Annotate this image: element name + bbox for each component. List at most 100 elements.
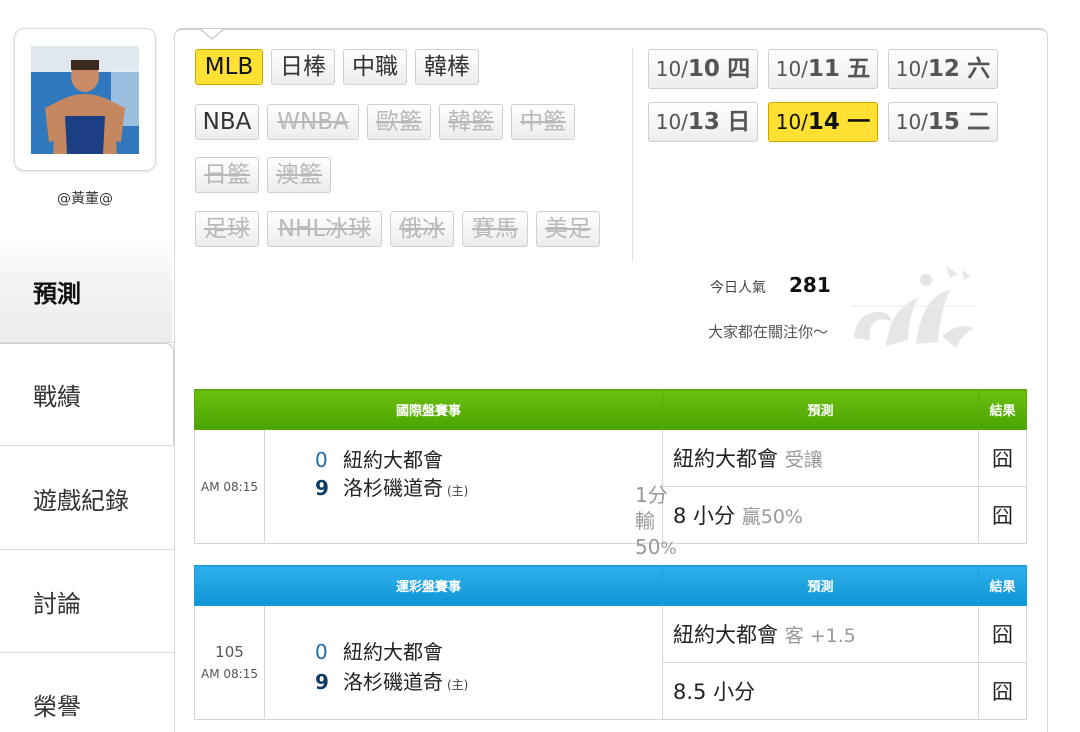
- teams-cell: 0 紐約大都會 9 洛杉磯道奇 (主) 1分輸 50%: [263, 429, 677, 559]
- date-day: 15: [927, 109, 960, 135]
- intl-odds-table: 國際盤賽事 預測 結果 AM 08:15 0 紐約大都會 9 洛杉磯道奇 (主) 1分…: [193, 389, 1028, 559]
- sidebar: @黃董@ 預測 戰績 遊戲紀錄 討論 榮譽: [0, 0, 174, 732]
- date-day: 14: [807, 109, 840, 135]
- home-team-line: 9 洛杉磯道奇 (主): [315, 472, 468, 501]
- game-number: 105: [215, 642, 244, 661]
- date-day: 10: [687, 56, 720, 82]
- home-team[interactable]: 洛杉磯道奇: [343, 670, 443, 694]
- sport-button-japan-baseball[interactable]: 日棒: [271, 49, 335, 85]
- home-score: 9: [315, 476, 329, 500]
- prediction-main: 紐約大都會: [673, 447, 779, 471]
- popularity-value: 281: [789, 273, 831, 297]
- popularity-mascot-icon: [850, 266, 976, 348]
- header-prediction: 預測: [662, 565, 980, 606]
- game-time: AM 08:15: [194, 429, 265, 544]
- nav-item-label: 討論: [33, 589, 81, 618]
- popularity-label: 今日人氣: [710, 280, 766, 296]
- prediction-cell: 8 小分 贏50%: [662, 486, 980, 544]
- prediction-cell: 紐約大都會 受讓: [662, 429, 980, 487]
- date-button-1013[interactable]: 10/13 日: [648, 102, 758, 142]
- date-weekday: 二: [967, 109, 991, 135]
- sport-button-japan-basketball[interactable]: 日籃: [195, 157, 259, 193]
- home-score: 9: [315, 670, 329, 694]
- date-weekday: 四: [727, 56, 751, 82]
- sport-button-american-football[interactable]: 美足: [536, 211, 600, 247]
- table-row: 105 AM 08:15 0 紐約大都會 9 洛杉磯道奇 (主) 紐約大都會 客 +1…: [194, 605, 1028, 720]
- sport-button-korea-baseball[interactable]: 韓棒: [415, 49, 479, 85]
- away-score: 0: [315, 640, 328, 664]
- date-weekday: 一: [847, 109, 871, 135]
- handicap-line: 1分輸: [635, 483, 668, 533]
- result-cell: 囧: [978, 486, 1028, 544]
- result-cell: 囧: [978, 429, 1028, 487]
- nav-item-game-log[interactable]: 遊戲紀錄: [0, 447, 174, 550]
- away-team-line: 0 紐約大都會: [315, 636, 443, 665]
- nav-item-label: 榮譽: [33, 692, 81, 721]
- avatar-card[interactable]: [14, 28, 156, 171]
- date-button-1012[interactable]: 10/12 六: [888, 49, 998, 89]
- prediction-sub: 贏50%: [741, 506, 803, 528]
- nav-item-label: 遊戲紀錄: [33, 486, 129, 515]
- result-cell: 囧: [978, 605, 1028, 663]
- sport-button-cpbl[interactable]: 中職: [343, 49, 407, 85]
- header-prediction: 預測: [662, 389, 980, 430]
- sport-button-china-basketball[interactable]: 中籃: [511, 104, 575, 140]
- prediction-sub: 受讓: [784, 449, 823, 471]
- nav-item-label: 戰績: [33, 382, 81, 411]
- away-score: 0: [315, 448, 328, 472]
- avatar-photo-icon: [31, 46, 139, 154]
- sport-button-russia-hockey[interactable]: 俄冰: [390, 211, 454, 247]
- lottery-odds-table: 運彩盤賽事 預測 結果 105 AM 08:15 0 紐約大都會 9 洛杉磯道奇 (主…: [193, 565, 1028, 720]
- game-time: 105 AM 08:15: [194, 605, 265, 720]
- date-day: 12: [927, 56, 960, 82]
- header-result: 結果: [978, 389, 1028, 430]
- panel-notch-icon: [200, 28, 224, 40]
- home-marker: (主): [447, 678, 469, 692]
- sport-button-korea-basketball[interactable]: 韓籃: [439, 104, 503, 140]
- avatar[interactable]: [31, 46, 139, 154]
- away-team[interactable]: 紐約大都會: [343, 448, 443, 472]
- table-header-row: 運彩盤賽事 預測 結果: [193, 565, 1028, 606]
- date-month: 10/: [895, 57, 928, 81]
- header-game: 國際盤賽事: [193, 389, 664, 430]
- prediction-main: 8 小分: [673, 504, 736, 528]
- home-marker: (主): [447, 484, 469, 498]
- nav-item-prediction[interactable]: 預測: [0, 240, 174, 343]
- sport-button-euro-basketball[interactable]: 歐籃: [367, 104, 431, 140]
- sport-button-nhl[interactable]: NHL冰球: [267, 211, 382, 247]
- handicap-rate: 50: [635, 535, 661, 559]
- sport-button-nba[interactable]: NBA: [195, 104, 259, 140]
- date-day: 13: [687, 109, 720, 135]
- header-result: 結果: [978, 565, 1028, 606]
- sport-button-australia-basketball[interactable]: 澳籃: [267, 157, 331, 193]
- popularity-subtitle: 大家都在關注你～: [708, 323, 829, 341]
- nav-item-honor[interactable]: 榮譽: [0, 653, 174, 732]
- date-button-1015[interactable]: 10/15 二: [888, 102, 998, 142]
- date-month: 10/: [655, 57, 688, 81]
- date-button-1014[interactable]: 10/14 一: [768, 102, 878, 142]
- date-button-1011[interactable]: 10/11 五: [768, 49, 878, 89]
- home-team[interactable]: 洛杉磯道奇: [343, 476, 443, 500]
- sport-button-horse-racing[interactable]: 賽馬: [462, 211, 528, 247]
- game-time-text: AM 08:15: [201, 479, 258, 494]
- nav-item-discussion[interactable]: 討論: [0, 550, 174, 653]
- teams-cell: 0 紐約大都會 9 洛杉磯道奇 (主): [263, 605, 664, 720]
- handicap-pct: %: [660, 539, 677, 559]
- sport-button-soccer[interactable]: 足球: [195, 211, 259, 247]
- date-button-1010[interactable]: 10/10 四: [648, 49, 758, 89]
- date-weekday: 六: [967, 56, 991, 82]
- date-month: 10/: [775, 57, 808, 81]
- divider: [632, 48, 633, 262]
- prediction-sub: 客 +1.5: [784, 625, 856, 647]
- date-weekday: 五: [847, 56, 871, 82]
- sport-button-wnba[interactable]: WNBA: [267, 104, 359, 140]
- date-month: 10/: [775, 110, 808, 134]
- prediction-cell: 8.5 小分: [662, 662, 980, 720]
- nav-item-record[interactable]: 戰績: [0, 343, 174, 446]
- away-team[interactable]: 紐約大都會: [343, 640, 443, 664]
- sport-button-mlb[interactable]: MLB: [195, 49, 263, 85]
- prediction-main: 8.5 小分: [673, 680, 756, 704]
- date-month: 10/: [655, 110, 688, 134]
- result-cell: 囧: [978, 662, 1028, 720]
- home-team-line: 9 洛杉磯道奇 (主): [315, 666, 468, 695]
